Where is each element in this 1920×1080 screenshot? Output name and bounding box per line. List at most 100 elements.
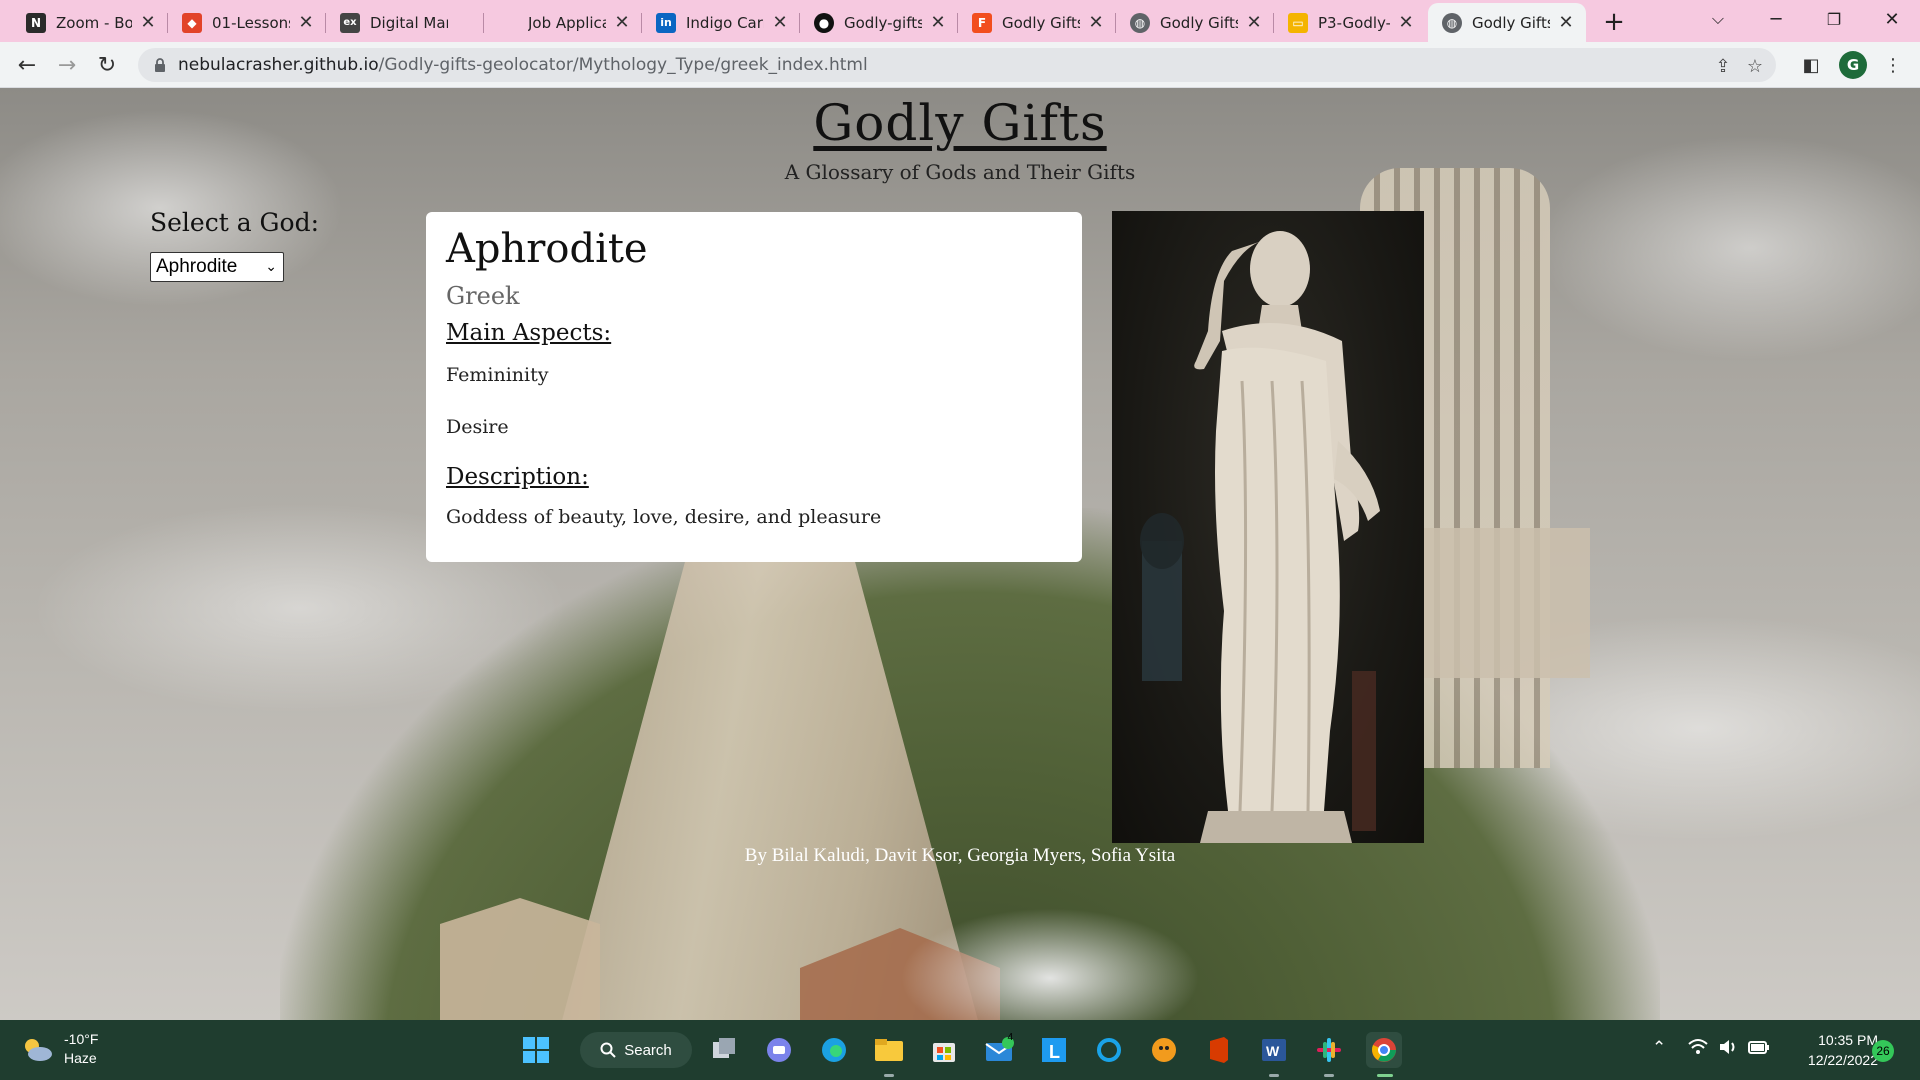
cortana-icon[interactable] bbox=[1091, 1032, 1127, 1068]
search-icon bbox=[600, 1042, 616, 1058]
word-icon[interactable]: W bbox=[1256, 1032, 1292, 1068]
reload-button[interactable]: ↻ bbox=[92, 50, 122, 80]
url-domain: nebulacrasher.github.io bbox=[178, 55, 379, 75]
wifi-icon[interactable] bbox=[1688, 1038, 1708, 1061]
active-indicator bbox=[1377, 1074, 1393, 1077]
tab-godly-gifts-figma[interactable]: F Godly Gifts ✕ bbox=[958, 3, 1116, 42]
tab-title: Godly Gifts bbox=[1002, 13, 1080, 32]
tab-title: Indigo Carr bbox=[686, 13, 764, 32]
close-icon[interactable]: ✕ bbox=[928, 12, 948, 33]
edge-icon[interactable] bbox=[816, 1032, 852, 1068]
taskbar-search-button[interactable]: Search bbox=[580, 1032, 692, 1068]
aphrodite-statue-image bbox=[1140, 231, 1380, 843]
linkedin-icon: in bbox=[656, 12, 676, 33]
tab-title: Digital Mar bbox=[370, 13, 448, 32]
tab-godly-gifts-github[interactable]: ● Godly-gifts ✕ bbox=[800, 3, 958, 42]
tab-title: Job Applica bbox=[528, 13, 606, 32]
menu-dots-icon[interactable]: ⋮ bbox=[1880, 52, 1906, 78]
close-icon[interactable]: ✕ bbox=[770, 12, 790, 33]
tab-title: P3-Godly-C bbox=[1318, 13, 1390, 32]
file-explorer-icon[interactable] bbox=[871, 1032, 907, 1068]
restore-button[interactable]: ❐ bbox=[1806, 0, 1862, 38]
mythology-type: Greek bbox=[446, 282, 520, 310]
close-icon[interactable]: ✕ bbox=[1556, 12, 1576, 33]
tab-lessons[interactable]: ◆ 01-Lessons ✕ bbox=[168, 3, 326, 42]
microsoft-store-icon[interactable] bbox=[926, 1032, 962, 1068]
minimize-button[interactable]: ─ bbox=[1748, 0, 1804, 38]
slack-icon[interactable] bbox=[1311, 1032, 1347, 1068]
selected-god-value: Aphrodite bbox=[156, 256, 238, 277]
volume-icon[interactable] bbox=[1718, 1038, 1740, 1061]
gitlab-icon: ◆ bbox=[182, 12, 202, 33]
url-text[interactable]: nebulacrasher.github.io/Godly-gifts-geol… bbox=[178, 55, 868, 75]
weather-temperature: -10°F bbox=[64, 1031, 99, 1047]
tab-zoom[interactable]: N Zoom - Boo ✕ bbox=[12, 3, 168, 42]
tab-title: Godly-gifts bbox=[844, 13, 922, 32]
start-windows-icon[interactable] bbox=[518, 1032, 554, 1068]
svg-text:L: L bbox=[1049, 1042, 1060, 1062]
close-icon[interactable]: ✕ bbox=[138, 12, 158, 33]
tab-search-chevron-icon[interactable]: ⌵ bbox=[1690, 0, 1746, 38]
close-icon[interactable]: ✕ bbox=[1086, 12, 1106, 33]
notification-badge[interactable]: 26 bbox=[1872, 1040, 1894, 1062]
address-bar[interactable]: nebulacrasher.github.io/Godly-gifts-geol… bbox=[138, 48, 1776, 82]
forward-button[interactable]: → bbox=[52, 50, 82, 80]
lens-l-icon[interactable]: L bbox=[1036, 1032, 1072, 1068]
god-select-dropdown[interactable]: Aphrodite ⌄ bbox=[150, 252, 284, 282]
svg-text:W: W bbox=[1266, 1043, 1280, 1059]
running-indicator bbox=[884, 1074, 894, 1077]
share-icon[interactable]: ⇪ bbox=[1710, 53, 1736, 79]
tab-strip: N Zoom - Boo ✕ ◆ 01-Lessons ✕ ex Digital… bbox=[0, 0, 1920, 42]
tab-title: Zoom - Boo bbox=[56, 13, 132, 32]
new-tab-button[interactable]: + bbox=[1598, 6, 1630, 38]
bookmark-star-icon[interactable]: ☆ bbox=[1742, 53, 1768, 79]
tab-indigo[interactable]: in Indigo Carr ✕ bbox=[642, 3, 800, 42]
back-button[interactable]: ← bbox=[12, 50, 42, 80]
description-text: Goddess of beauty, love, desire, and ple… bbox=[446, 506, 882, 528]
tab-job-application[interactable]: Job Applica ✕ bbox=[484, 3, 642, 42]
close-icon[interactable]: ✕ bbox=[1396, 12, 1416, 33]
globe-icon: ◍ bbox=[1130, 12, 1150, 33]
credits-text: By Bilal Kaludi, Davit Ksor, Georgia Mye… bbox=[744, 845, 1176, 866]
mail-icon[interactable]: 4 bbox=[981, 1032, 1017, 1068]
tab-godly-gifts[interactable]: ◍ Godly Gifts ✕ bbox=[1116, 3, 1274, 42]
tab-godly-gifts-active[interactable]: ◍ Godly Gifts ✕ bbox=[1428, 3, 1586, 42]
site-subtitle: A Glossary of Gods and Their Gifts bbox=[784, 160, 1136, 184]
close-icon[interactable]: ✕ bbox=[612, 12, 632, 33]
tab-title: Godly Gifts bbox=[1160, 13, 1238, 32]
task-view-icon[interactable] bbox=[706, 1032, 742, 1068]
select-god-label: Select a God: bbox=[150, 208, 320, 237]
tab-title: 01-Lessons bbox=[212, 13, 290, 32]
aspect-item: Desire bbox=[446, 416, 509, 438]
clock-date: 12/22/2022 bbox=[1807, 1052, 1878, 1068]
chevron-up-icon[interactable]: ⌃ bbox=[1652, 1038, 1666, 1058]
notion-icon: N bbox=[26, 12, 46, 33]
url-path: /Godly-gifts-geolocator/Mythology_Type/g… bbox=[378, 55, 868, 75]
office-icon[interactable] bbox=[1201, 1032, 1237, 1068]
side-panel-icon[interactable]: ◧ bbox=[1798, 52, 1824, 78]
game-app-icon[interactable] bbox=[1146, 1032, 1182, 1068]
battery-icon[interactable] bbox=[1748, 1038, 1770, 1061]
chevron-down-icon: ⌄ bbox=[265, 258, 277, 274]
tab-digital-marketing[interactable]: ex Digital Mar bbox=[326, 3, 484, 42]
close-window-button[interactable]: ✕ bbox=[1864, 0, 1920, 38]
close-icon[interactable]: ✕ bbox=[1244, 12, 1264, 33]
tab-title: Godly Gifts bbox=[1472, 13, 1550, 32]
teams-chat-icon[interactable] bbox=[761, 1032, 797, 1068]
close-icon[interactable]: ✕ bbox=[296, 12, 316, 33]
chrome-icon[interactable] bbox=[1366, 1032, 1402, 1068]
weather-widget[interactable]: -10°F Haze bbox=[20, 1030, 98, 1068]
god-name: Aphrodite bbox=[446, 226, 648, 272]
tab-p3-godly[interactable]: ▭ P3-Godly-C ✕ bbox=[1274, 3, 1426, 42]
weather-condition: Haze bbox=[64, 1050, 97, 1066]
aspect-item: Femininity bbox=[446, 364, 549, 386]
system-clock[interactable]: 10:35 PM 12/22/2022 bbox=[1782, 1030, 1878, 1070]
profile-avatar[interactable]: G bbox=[1839, 51, 1867, 79]
slides-icon: ▭ bbox=[1288, 12, 1308, 33]
github-icon: ● bbox=[814, 12, 834, 33]
search-label: Search bbox=[624, 1041, 672, 1059]
main-aspects-heading: Main Aspects: bbox=[446, 320, 612, 346]
site-title: Godly Gifts bbox=[813, 94, 1107, 152]
running-indicator bbox=[1269, 1074, 1279, 1077]
lock-icon[interactable] bbox=[152, 57, 168, 73]
